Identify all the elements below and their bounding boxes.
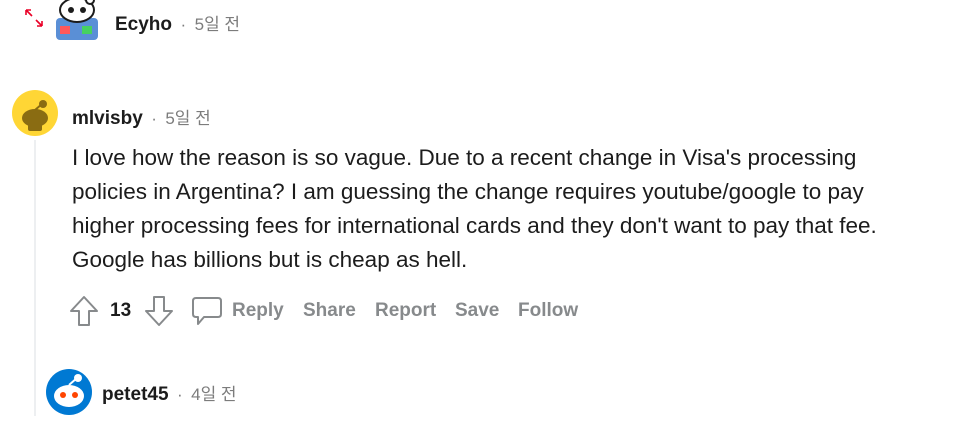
expand-thread-button[interactable] <box>22 6 46 30</box>
downvote-button[interactable] <box>143 294 175 328</box>
comment-body-line: policies in Argentina? I am guessing the… <box>72 179 864 204</box>
upvote-icon <box>70 296 98 326</box>
avatar-mlvisby[interactable] <box>12 90 58 136</box>
comment-body-line: I love how the reason is so vague. Due t… <box>72 145 857 170</box>
comment-author[interactable]: mlvisby <box>72 108 143 129</box>
vote-count: 13 <box>110 300 132 321</box>
comment-author[interactable]: Ecyho <box>115 14 172 35</box>
upvote-button[interactable] <box>68 294 100 328</box>
downvote-icon <box>145 296 173 326</box>
comment-body: I love how the reason is so vague. Due t… <box>72 141 952 277</box>
meta-separator: · <box>176 385 183 404</box>
comment-author[interactable]: petet45 <box>102 384 169 405</box>
follow-button[interactable]: Follow <box>518 300 578 322</box>
comment-timestamp[interactable]: 5일 전 <box>195 15 240 34</box>
thread-line-1[interactable] <box>34 140 36 416</box>
comment-timestamp[interactable]: 4일 전 <box>191 385 236 404</box>
comment-timestamp[interactable]: 5일 전 <box>165 109 210 128</box>
reply-bubble-icon <box>192 297 222 325</box>
comment-body-line: higher processing fees for international… <box>72 213 877 238</box>
report-button[interactable]: Report <box>375 300 436 322</box>
expand-icon <box>25 9 43 27</box>
comment-body-line: Google has billions but is cheap as hell… <box>72 247 468 272</box>
meta-separator: · <box>151 109 157 128</box>
reply-label[interactable]: Reply <box>232 300 284 322</box>
share-button[interactable]: Share <box>303 300 356 322</box>
meta-separator: · <box>180 15 187 34</box>
avatar-ecyho[interactable] <box>52 0 102 44</box>
save-button[interactable]: Save <box>455 300 499 322</box>
avatar-petet45[interactable] <box>46 366 92 416</box>
